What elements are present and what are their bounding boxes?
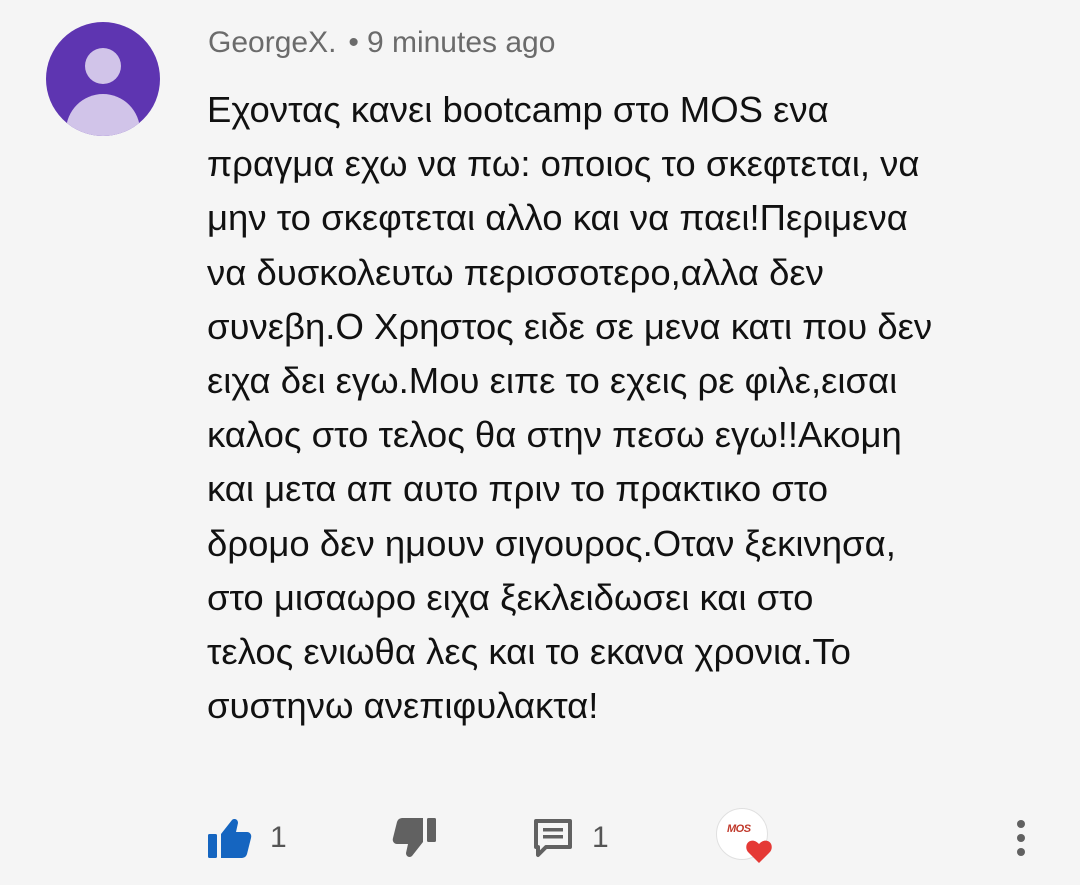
creator-heart-icon [746,840,772,863]
author-name[interactable]: GeorgeX. [208,26,336,59]
comment-text-line: μην το σκεφτεται αλλο και να παει!Περιμε… [207,197,908,239]
meta-separator: • [348,26,359,59]
like-button[interactable]: 1 [206,808,287,868]
comment-text-line: και μετα απ αυτο πριν το πρακτικο στο [207,468,829,510]
creator-avatar: MOS [716,808,772,863]
comment-text-line: να δυσκολευτω περισσοτερο,αλλα δεν [207,251,824,293]
creator-logo: MOS [727,823,751,835]
more-vert-icon [1017,820,1025,856]
creator-heart[interactable]: MOS [716,804,772,864]
reply-count: 1 [592,821,609,854]
comment-text-line: δρομο δεν ημουν σιγουρος.Οταν ξεκινησα, [207,522,896,564]
comment-text-line: στο μισαωρο ειχα ξεκλειδωσει και στο [207,576,814,618]
thumbs-down-icon [392,818,436,857]
comment-text-line: συνεβη.Ο Χρηστος ειδε σε μενα κατι που δ… [207,305,933,347]
comment-actions-bar: 1 1 MOS [0,808,1080,868]
comment-text-line: ειχα δει εγω.Μου ειπε το εχεις ρε φιλε,ε… [207,360,898,402]
comment-text-line: Εχοντας κανει bootcamp στο MOS ενα [207,89,829,130]
comment-timestamp: 9 minutes ago [366,26,556,59]
comment-text-line: καλος στο τελος θα στην πεσω εγω!!Ακομη [207,414,902,456]
comment-icon [534,819,572,857]
more-options-button[interactable] [1014,808,1028,868]
avatar[interactable] [46,22,160,136]
comment-text-line: συστηνω ανεπιφυλακτα! [207,685,599,727]
comment-meta: GeorgeX. • 9 minutes ago [208,26,555,60]
like-count: 1 [270,821,287,854]
comment-text: Εχοντας κανει bootcamp στο MOS ενα πραγμ… [207,83,1052,733]
comment-text-line: τελος ενιωθα λες και το εκανα χρονια.Το [207,631,851,673]
reply-button[interactable]: 1 [532,808,609,868]
comment-text-line: πραγμα εχω να πω: οποιος το σκεφτεται, ν… [207,143,920,185]
comment-thread-item: GeorgeX. • 9 minutes ago Εχοντας κανει boo… [0,0,1080,885]
avatar-body [66,94,140,136]
avatar-head [85,48,121,84]
dislike-button[interactable] [392,808,438,868]
thumbs-up-icon [208,819,252,858]
